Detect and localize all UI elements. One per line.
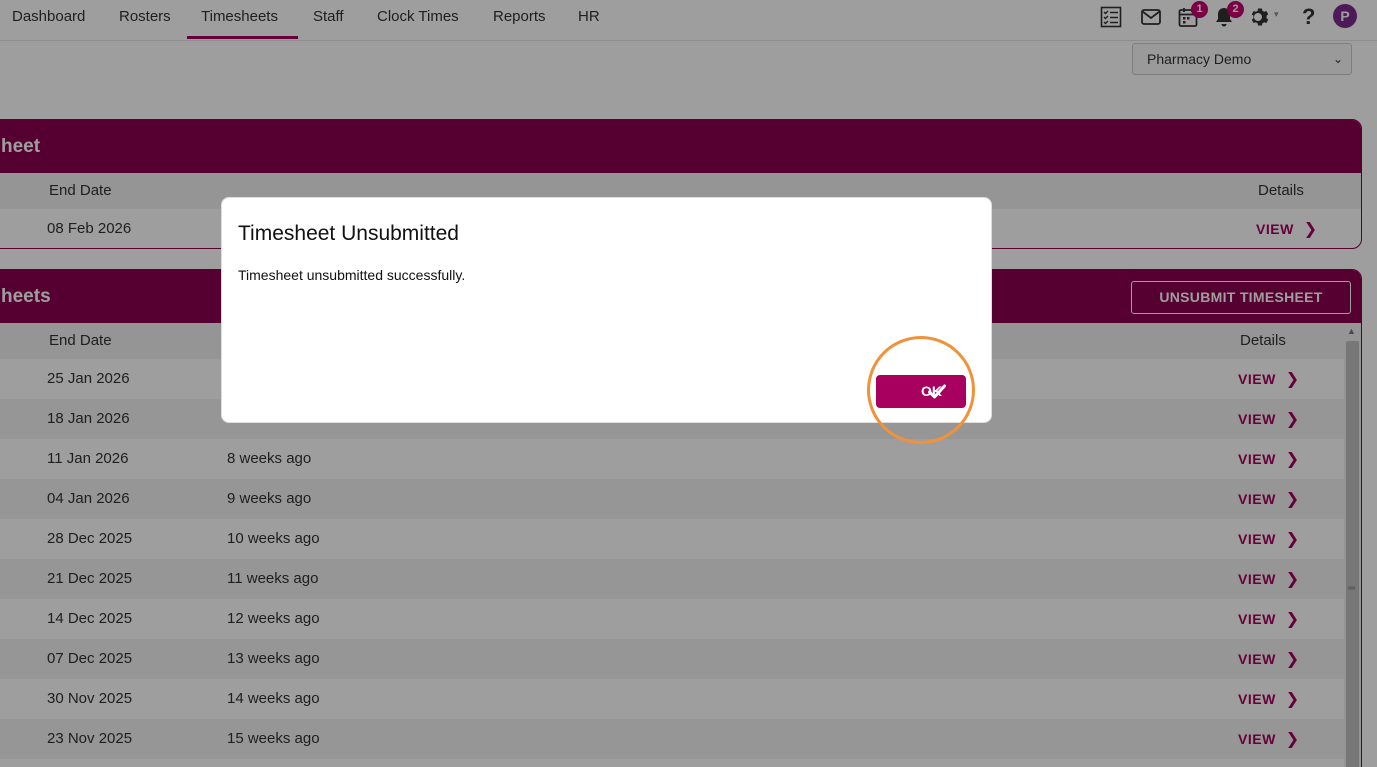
ok-button[interactable]: OK [876,375,966,408]
unsubmitted-dialog: Timesheet Unsubmitted Timesheet unsubmit… [221,197,992,423]
check-icon [928,384,946,399]
dialog-title: Timesheet Unsubmitted [238,222,459,245]
dialog-message: Timesheet unsubmitted successfully. [238,267,466,283]
